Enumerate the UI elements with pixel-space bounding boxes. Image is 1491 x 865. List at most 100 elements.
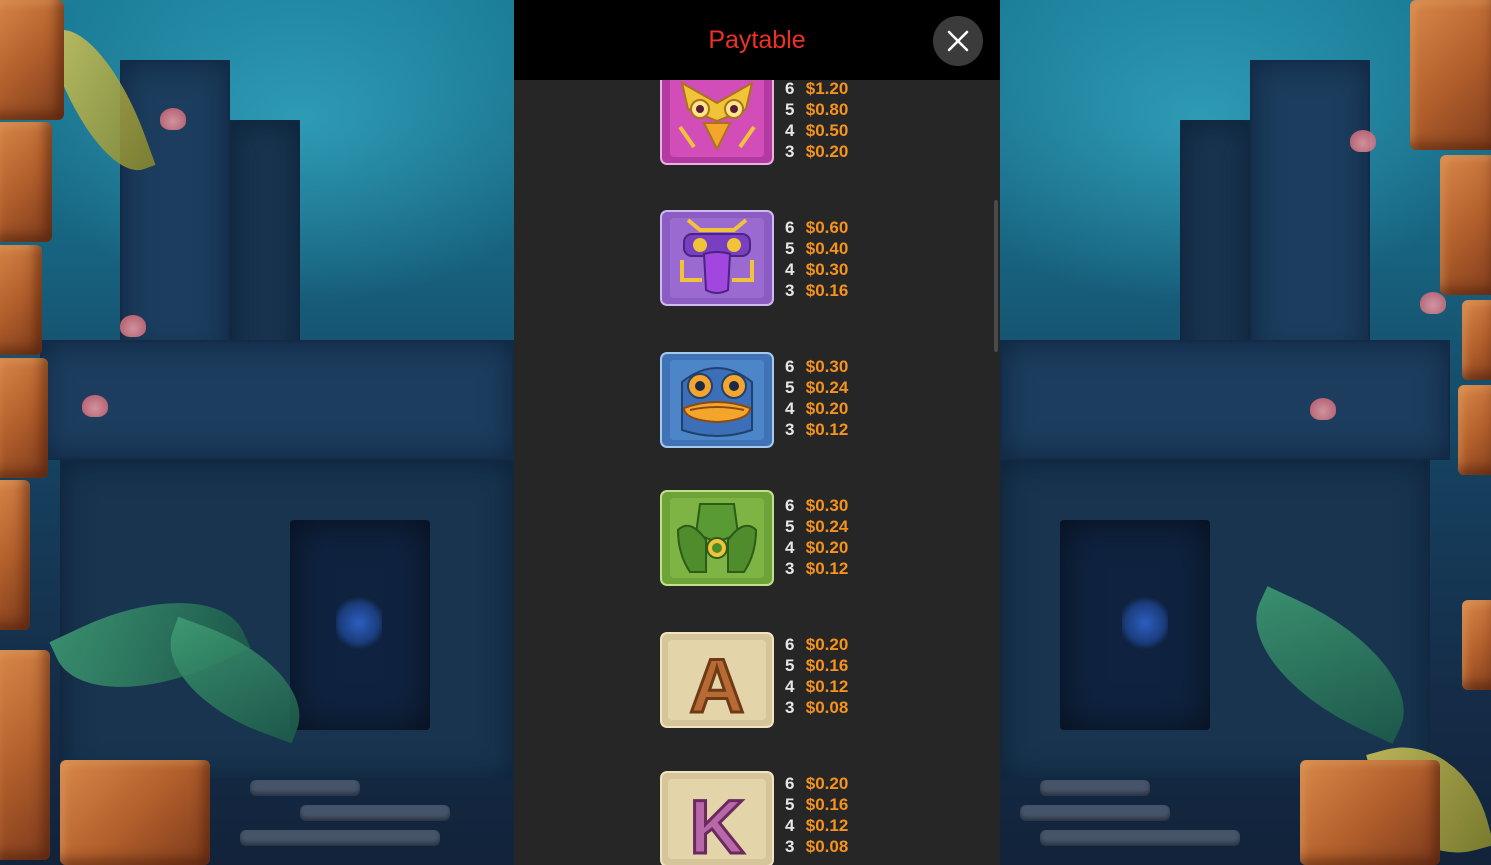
lotus-flower [120, 315, 146, 337]
payout-value: $0.16 [805, 656, 849, 675]
symbol-count: 5 [785, 795, 795, 814]
payout-value: $0.24 [805, 378, 849, 397]
payout-value: $0.60 [805, 218, 849, 237]
stone-block [1462, 600, 1491, 690]
page-title: Paytable [708, 26, 806, 54]
stone-block [0, 122, 52, 242]
pay-line: 3 $0.16 [785, 280, 848, 301]
symbol-count: 5 [785, 656, 795, 675]
symbol-count: 3 [785, 559, 795, 578]
pay-line: 4 $0.30 [785, 259, 848, 280]
pay-line: 6 $0.60 [785, 217, 848, 238]
stone-block [0, 245, 42, 355]
lotus-flower [1350, 130, 1376, 152]
payout-value: $0.30 [805, 496, 849, 515]
symbol-count: 4 [785, 260, 795, 279]
right-ruin-wall [1000, 340, 1450, 460]
pay-line: 3 $0.08 [785, 697, 848, 718]
paytable-row: 6 $1.20 5 $0.80 4 $0.50 3 $0.20 [660, 69, 920, 165]
stone-block [0, 650, 50, 860]
symbol-count: 6 [785, 357, 795, 376]
symbol-count: 3 [785, 281, 795, 300]
pay-line: 6 $0.20 [785, 773, 848, 794]
pay-line: 4 $0.12 [785, 676, 848, 697]
payout-value: $0.30 [805, 260, 849, 279]
paytable-row: A 6 $0.20 5 $0.16 4 $0.12 3 $0.08 [660, 632, 920, 728]
symbol-count: 3 [785, 420, 795, 439]
pay-line: 3 $0.12 [785, 419, 848, 440]
stone-block [0, 0, 64, 120]
pay-line: 3 $0.12 [785, 558, 848, 579]
symbol-count: 4 [785, 538, 795, 557]
symbol-count: 5 [785, 239, 795, 258]
letter-k-symbol: K [660, 771, 774, 865]
pay-line: 4 $0.20 [785, 398, 848, 419]
left-blue-rune [336, 596, 382, 650]
lotus-flower [1420, 292, 1446, 314]
close-button[interactable] [933, 16, 983, 66]
symbol-count: 3 [785, 698, 795, 717]
payout-value: $0.20 [805, 774, 849, 793]
payout-value: $0.50 [805, 121, 849, 140]
stone-block [1458, 385, 1491, 475]
purple-mask-symbol [660, 210, 774, 306]
lotus-flower [82, 395, 108, 417]
symbol-count: 5 [785, 100, 795, 119]
left-ruin-wall [40, 340, 514, 460]
payout-value: $0.12 [805, 559, 849, 578]
payout-value: $0.16 [805, 795, 849, 814]
symbol-count: 4 [785, 677, 795, 696]
pay-line: 5 $0.24 [785, 516, 848, 537]
stone-block [1462, 300, 1491, 380]
symbol-count: 4 [785, 121, 795, 140]
green-idol-symbol [660, 490, 774, 586]
paytable-row: 6 $0.60 5 $0.40 4 $0.30 3 $0.16 [660, 210, 920, 306]
pay-line: 4 $0.12 [785, 815, 848, 836]
symbol-count: 6 [785, 774, 795, 793]
pay-line: 5 $0.16 [785, 655, 848, 676]
payout-value: $0.20 [805, 538, 849, 557]
symbol-count: 3 [785, 837, 795, 856]
path-stone [240, 830, 440, 846]
pay-line: 3 $0.08 [785, 836, 848, 857]
symbol-count: 6 [785, 635, 795, 654]
payout-value: $0.30 [805, 357, 849, 376]
left-ruin-pillar [230, 120, 300, 370]
scrollbar[interactable] [994, 200, 998, 352]
path-stone [300, 805, 450, 821]
pay-line: 6 $0.30 [785, 495, 848, 516]
pay-line: 6 $0.30 [785, 356, 848, 377]
pay-line: 4 $0.20 [785, 537, 848, 558]
right-ruin-pillar [1180, 120, 1250, 370]
blue-frog-mask-symbol [660, 352, 774, 448]
pay-line: 4 $0.50 [785, 120, 848, 141]
lotus-flower [160, 108, 186, 130]
payout-value: $1.20 [805, 79, 849, 98]
pay-line: 5 $0.24 [785, 377, 848, 398]
payout-value: $0.12 [805, 816, 849, 835]
paytable-row: K 6 $0.20 5 $0.16 4 $0.12 3 $0.08 [660, 771, 920, 865]
payout-value: $0.20 [805, 635, 849, 654]
payout-value: $0.12 [805, 420, 849, 439]
stone-block [1410, 0, 1491, 150]
paytable-header: Paytable [514, 0, 1000, 80]
letter-a-symbol: A [660, 632, 774, 728]
letter-k-glyph: K [690, 785, 745, 865]
pay-line: 5 $0.80 [785, 99, 848, 120]
letter-a-glyph: A [690, 644, 745, 728]
payout-value: $0.20 [805, 142, 849, 161]
symbol-count: 4 [785, 399, 795, 418]
symbol-count: 5 [785, 517, 795, 536]
symbol-count: 3 [785, 142, 795, 161]
symbol-count: 6 [785, 218, 795, 237]
close-icon [947, 30, 969, 52]
payout-value: $0.24 [805, 517, 849, 536]
symbol-count: 4 [785, 816, 795, 835]
path-stone [250, 780, 360, 796]
right-ruin-tower [1250, 60, 1370, 360]
pay-line: 3 $0.20 [785, 141, 848, 162]
pay-line: 6 $0.20 [785, 634, 848, 655]
path-stone [1040, 780, 1150, 796]
right-blue-rune [1122, 596, 1168, 650]
stone-block [1300, 760, 1440, 865]
